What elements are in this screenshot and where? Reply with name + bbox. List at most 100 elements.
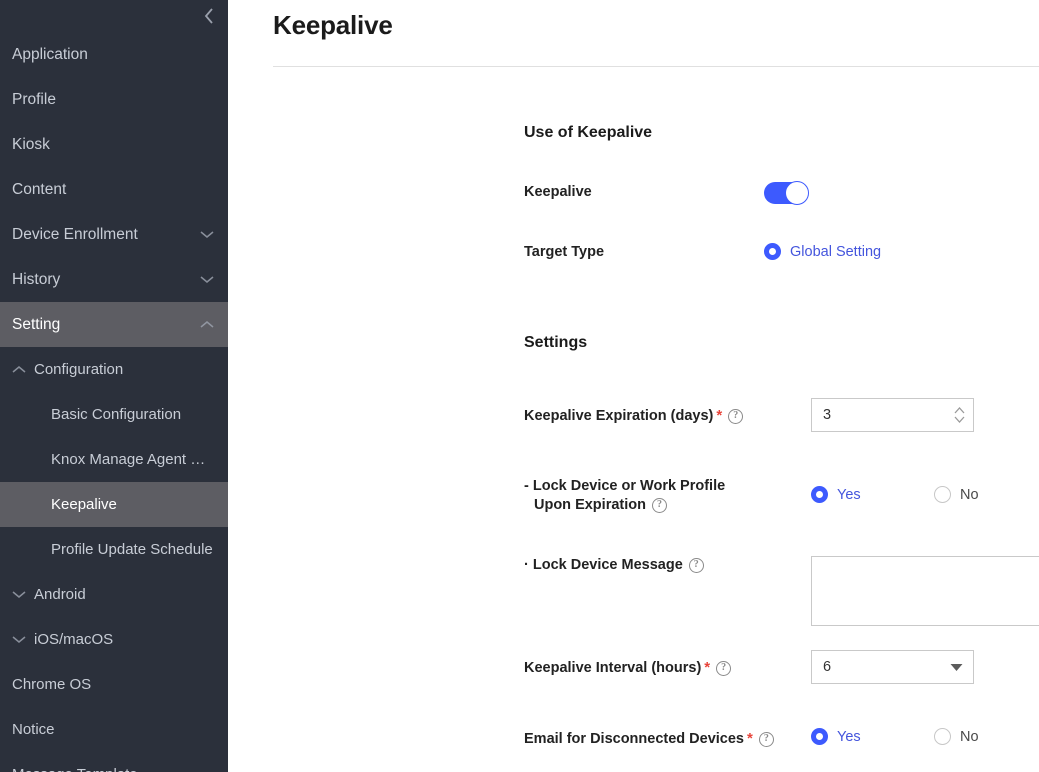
radio-lock-device-no[interactable]: No — [934, 486, 979, 503]
lock-device-label: - Lock Device or Work Profile Upon Expir… — [524, 477, 811, 515]
chevron-down-icon — [12, 635, 26, 644]
sidebar-item-label: Profile Update Schedule — [51, 541, 214, 558]
question-mark-icon[interactable]: ? — [716, 661, 731, 676]
sidebar-item-label: Message Template — [12, 766, 214, 772]
expander-icon[interactable] — [12, 633, 32, 647]
sidebar-item-profile[interactable]: Profile — [0, 77, 228, 122]
sidebar-item-chrome-os[interactable]: Chrome OS — [0, 662, 228, 707]
number-spinner[interactable] — [954, 407, 965, 423]
expander-icon[interactable] — [200, 228, 214, 242]
radio-dot — [811, 728, 828, 745]
radio-label: Yes — [837, 487, 861, 503]
row-lock-device-upon-expiration: - Lock Device or Work Profile Upon Expir… — [524, 477, 1039, 515]
radio-dot — [811, 486, 828, 503]
question-mark-icon[interactable]: ? — [728, 409, 743, 424]
radio-label: No — [960, 729, 979, 745]
row-keepalive-expiration: Keepalive Expiration (days)*? 3 — [524, 398, 1039, 432]
expander-icon[interactable] — [200, 318, 214, 332]
sidebar-item-configuration[interactable]: Configuration — [0, 347, 228, 392]
required-asterisk: * — [716, 407, 722, 424]
select-value: 6 — [823, 659, 950, 675]
keepalive-expiration-label: Keepalive Expiration (days)*? — [524, 398, 811, 426]
label-text-line1: - Lock Device or Work Profile — [524, 477, 811, 496]
sidebar-item-label: Setting — [12, 316, 200, 334]
sidebar-item-content[interactable]: Content — [0, 167, 228, 212]
keepalive-expiration-input[interactable]: 3 — [811, 398, 974, 432]
sidebar-item-message-template[interactable]: Message Template — [0, 752, 228, 772]
sidebar-item-label: iOS/macOS — [34, 631, 214, 648]
sidebar-item-android[interactable]: Android — [0, 572, 228, 617]
radio-label: Global Setting — [790, 244, 881, 260]
caret-down-icon — [950, 663, 963, 672]
spinner-up-icon[interactable] — [954, 407, 965, 414]
sidebar: Application Profile Kiosk Content Device Enr… — [0, 0, 228, 772]
row-keepalive-interval: Keepalive Interval (hours)*? 6 — [524, 650, 1039, 684]
question-mark-icon[interactable]: ? — [689, 558, 704, 573]
spinner-down-icon[interactable] — [954, 416, 965, 423]
sidebar-header — [0, 0, 228, 32]
chevron-up-icon — [200, 320, 214, 329]
sidebar-item-notice[interactable]: Notice — [0, 707, 228, 752]
sidebar-item-application[interactable]: Application — [0, 32, 228, 77]
toggle-knob — [785, 181, 809, 205]
question-mark-icon[interactable]: ? — [759, 732, 774, 747]
sidebar-nav: Application Profile Kiosk Content Device Enr… — [0, 32, 228, 772]
title-divider — [273, 66, 1039, 67]
sidebar-item-kiosk[interactable]: Kiosk — [0, 122, 228, 167]
radio-dot — [934, 728, 951, 745]
expander-icon[interactable] — [12, 363, 32, 377]
sidebar-item-label: Device Enrollment — [12, 226, 200, 244]
radio-dot — [934, 486, 951, 503]
sidebar-item-label: Configuration — [34, 361, 214, 378]
keepalive-interval-select[interactable]: 6 — [811, 650, 974, 684]
sidebar-item-profile-update-schedule[interactable]: Profile Update Schedule — [0, 527, 228, 572]
chevron-down-icon — [200, 230, 214, 239]
section-heading-settings: Settings — [524, 334, 587, 352]
email-disconnected-radio-group: Yes No — [811, 727, 979, 745]
sidebar-item-basic-configuration[interactable]: Basic Configuration — [0, 392, 228, 437]
sidebar-item-label: Content — [12, 181, 214, 199]
chevron-down-icon — [12, 590, 26, 599]
keepalive-toggle[interactable] — [764, 182, 808, 204]
sidebar-item-label: Notice — [12, 721, 214, 738]
sidebar-item-label: Knox Manage Agent Po... — [51, 451, 214, 468]
radio-email-yes[interactable]: Yes — [811, 728, 934, 745]
email-disconnected-label: Email for Disconnected Devices*? — [524, 727, 811, 749]
sidebar-item-label: Android — [34, 586, 214, 603]
question-mark-icon[interactable]: ? — [652, 498, 667, 513]
keepalive-label: Keepalive — [524, 182, 764, 202]
sidebar-item-label: Keepalive — [51, 496, 214, 513]
expander-icon[interactable] — [200, 273, 214, 287]
sidebar-item-ios-macos[interactable]: iOS/macOS — [0, 617, 228, 662]
section-heading-use-of-keepalive: Use of Keepalive — [524, 124, 652, 142]
radio-lock-device-yes[interactable]: Yes — [811, 486, 934, 503]
label-text-line2: Upon Expiration — [534, 497, 646, 513]
keepalive-interval-label: Keepalive Interval (hours)*? — [524, 650, 811, 678]
row-target-type: Target Type Global Setting Set by Group … — [524, 243, 1039, 262]
sidebar-item-label: Basic Configuration — [51, 406, 214, 423]
sidebar-item-label: Chrome OS — [12, 676, 214, 693]
row-email-disconnected-devices: Email for Disconnected Devices*? Yes No — [524, 727, 1039, 749]
expander-icon[interactable] — [12, 588, 32, 602]
sidebar-item-knox-manage-agent-po[interactable]: Knox Manage Agent Po... — [0, 437, 228, 482]
sidebar-item-keepalive[interactable]: Keepalive — [0, 482, 228, 527]
sidebar-item-device-enrollment[interactable]: Device Enrollment — [0, 212, 228, 257]
sidebar-item-label: Kiosk — [12, 136, 214, 154]
target-type-label: Target Type — [524, 243, 764, 262]
radio-email-no[interactable]: No — [934, 728, 979, 745]
sidebar-item-label: Application — [12, 46, 214, 64]
lock-device-radio-group: Yes No — [811, 477, 979, 503]
sidebar-item-label: History — [12, 271, 200, 289]
page-title: Keepalive — [273, 0, 1039, 41]
sidebar-item-setting[interactable]: Setting — [0, 302, 228, 347]
target-type-radio-group: Global Setting Set by Group / Organizati… — [764, 243, 1039, 260]
lock-device-message-textarea[interactable] — [811, 556, 1039, 626]
radio-global-setting[interactable]: Global Setting — [764, 243, 1039, 260]
chevron-down-icon — [200, 275, 214, 284]
label-text: · Lock Device Message — [524, 557, 683, 573]
sidebar-collapse-button[interactable] — [198, 5, 220, 27]
main-content: Keepalive Use of Keepalive Keepalive Tar… — [228, 0, 1039, 772]
required-asterisk: * — [747, 730, 753, 747]
sidebar-item-history[interactable]: History — [0, 257, 228, 302]
label-text: Email for Disconnected Devices — [524, 731, 744, 747]
